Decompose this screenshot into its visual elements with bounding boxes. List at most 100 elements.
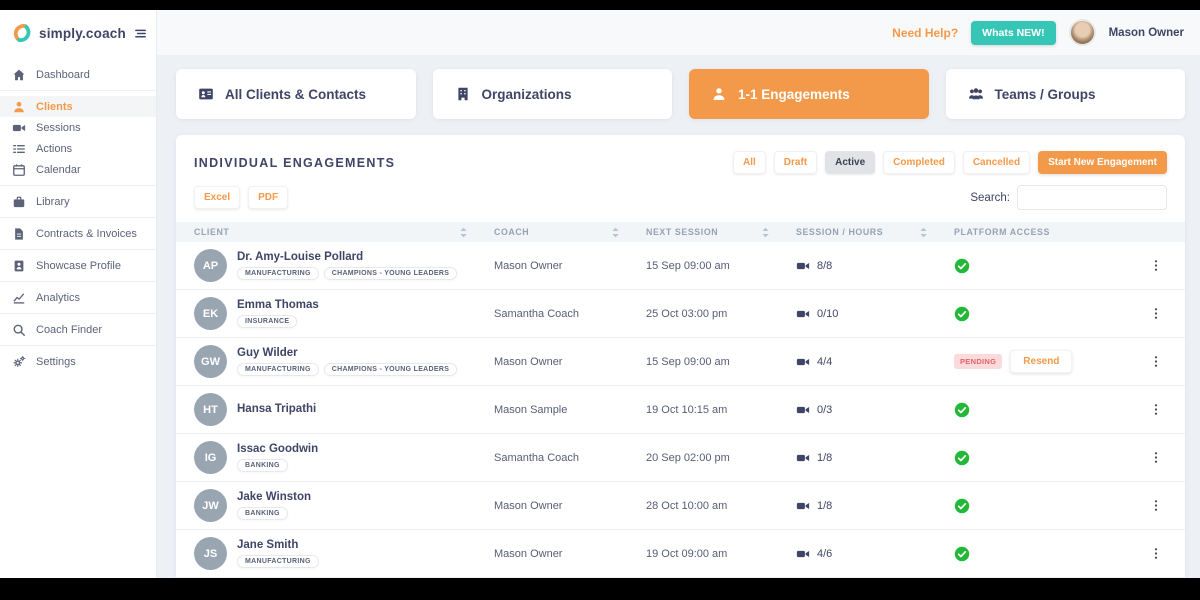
need-help-link[interactable]: Need Help? [892, 26, 958, 40]
client-tag: MANUFACTURING [237, 363, 319, 376]
main-area: Need Help? Whats NEW! Mason Owner All Cl… [157, 10, 1200, 578]
export-pdf-button[interactable]: PDF [248, 186, 288, 209]
sidebar-item-sessions[interactable]: Sessions [0, 117, 156, 138]
table-row[interactable]: JWJake WinstonBANKINGMason Owner28 Oct 1… [176, 482, 1185, 530]
search-input[interactable] [1017, 185, 1167, 210]
column-header-client[interactable]: CLIENT [194, 226, 494, 239]
platform-access-cell [954, 258, 1144, 274]
access-granted-icon [954, 498, 970, 514]
filter-active[interactable]: Active [825, 151, 875, 174]
next-session-cell: 15 Sep 09:00 am [646, 356, 796, 368]
client-tag: INSURANCE [237, 315, 297, 328]
start-new-engagement-button[interactable]: Start New Engagement [1038, 151, 1167, 174]
client-cell: JWJake WinstonBANKING [194, 489, 494, 522]
sidebar-item-clients[interactable]: Clients [0, 96, 156, 117]
calendar-icon [12, 163, 26, 177]
client-tag: MANUFACTURING [237, 267, 319, 280]
platform-access-cell [954, 402, 1144, 418]
sidebar-collapse-icon[interactable] [133, 26, 148, 41]
export-excel-button[interactable]: Excel [194, 186, 240, 209]
sidebar-item-label: Analytics [36, 292, 80, 304]
filter-all[interactable]: All [733, 151, 766, 174]
row-menu-kebab-icon[interactable] [1149, 354, 1167, 369]
table-row[interactable]: APDr. Amy-Louise PollardMANUFACTURINGCHA… [176, 242, 1185, 290]
sidebar-item-coach-finder[interactable]: Coach Finder [0, 319, 156, 340]
client-info: Hansa Tripathi [237, 403, 316, 416]
sidebar-item-label: Showcase Profile [36, 260, 121, 272]
client-tags: BANKING [237, 507, 311, 520]
avatar: IG [194, 441, 227, 474]
client-tags: MANUFACTURINGCHAMPIONS - YOUNG LEADERS [237, 267, 457, 280]
column-header-coach[interactable]: COACH [494, 226, 646, 239]
sidebar-item-label: Calendar [36, 164, 81, 176]
user-avatar[interactable] [1069, 19, 1096, 46]
sidebar-item-analytics[interactable]: Analytics [0, 287, 156, 308]
client-tags: MANUFACTURING CHAMPIONS - YOUNG LEADERS [237, 363, 457, 376]
tab-label: 1-1 Engagements [738, 87, 850, 102]
building-icon [455, 86, 471, 102]
session-hours-cell: 4/6 [796, 547, 954, 561]
pending-badge: PENDING [954, 354, 1002, 369]
client-name: Issac Goodwin [237, 443, 318, 456]
column-header-session-hours[interactable]: SESSION / HOURS [796, 226, 954, 239]
filter-completed[interactable]: Completed [883, 151, 955, 174]
client-name: Hansa Tripathi [237, 403, 316, 416]
filter-draft[interactable]: Draft [774, 151, 817, 174]
coach-cell: Samantha Coach [494, 452, 646, 464]
client-info: Emma ThomasINSURANCE [237, 299, 319, 329]
brand: simply.coach [0, 10, 156, 59]
filter-cancelled[interactable]: Cancelled [963, 151, 1030, 174]
row-menu-kebab-icon[interactable] [1149, 402, 1167, 417]
sidebar-item-calendar[interactable]: Calendar [0, 159, 156, 180]
tab-all-clients-contacts[interactable]: All Clients & Contacts [176, 69, 416, 119]
sidebar-item-showcase-profile[interactable]: Showcase Profile [0, 255, 156, 276]
tab-organizations[interactable]: Organizations [433, 69, 673, 119]
sidebar-item-library[interactable]: Library [0, 191, 156, 212]
table-row[interactable]: GWGuy WilderMANUFACTURINGCHAMPIONS - YOU… [176, 338, 1185, 386]
client-name: Jake Winston [237, 491, 311, 504]
brand-name: simply.coach [39, 26, 126, 41]
video-camera-icon [796, 499, 810, 513]
access-granted-icon [954, 450, 970, 466]
row-menu-kebab-icon[interactable] [1149, 306, 1167, 321]
row-menu-kebab-icon[interactable] [1149, 546, 1167, 561]
access-granted-icon [954, 258, 970, 274]
table-row[interactable]: IGIssac GoodwinBANKINGSamantha Coach20 S… [176, 434, 1185, 482]
nav-group: Analytics [0, 281, 156, 313]
platform-access-cell [954, 546, 1144, 562]
sidebar-item-label: Actions [36, 143, 72, 155]
row-menu-kebab-icon[interactable] [1149, 450, 1167, 465]
nav-group: Settings [0, 345, 156, 377]
user-name[interactable]: Mason Owner [1109, 27, 1184, 39]
panel-subheader: ExcelPDF Search: [176, 174, 1185, 222]
avatar: AP [194, 249, 227, 282]
row-menu-kebab-icon[interactable] [1149, 258, 1167, 273]
table-row[interactable]: HTHansa TripathiMason Sample19 Oct 10:15… [176, 386, 1185, 434]
platform-access-cell [954, 306, 1144, 322]
sidebar-item-actions[interactable]: Actions [0, 138, 156, 159]
tab-teams-groups[interactable]: Teams / Groups [946, 69, 1186, 119]
client-cell: IGIssac GoodwinBANKING [194, 441, 494, 474]
client-tag: CHAMPIONS - YOUNG LEADERS [324, 363, 457, 376]
whats-new-button[interactable]: Whats NEW! [971, 21, 1055, 45]
access-granted-icon [954, 306, 970, 322]
sidebar-item-dashboard[interactable]: Dashboard [0, 64, 156, 85]
nav-group: Showcase Profile [0, 249, 156, 281]
resend-button[interactable]: Resend [1010, 350, 1072, 373]
sidebar-item-settings[interactable]: Settings [0, 351, 156, 372]
tab-1-1-engagements[interactable]: 1-1 Engagements [689, 69, 929, 119]
table-row[interactable]: JSJane SmithMANUFACTURINGMason Owner19 O… [176, 530, 1185, 578]
row-menu-kebab-icon[interactable] [1149, 498, 1167, 513]
session-hours-value: 1/8 [817, 500, 832, 512]
video-camera-icon [796, 547, 810, 561]
person-icon [711, 86, 727, 102]
sort-icon [919, 226, 928, 239]
table-row[interactable]: EKEmma ThomasINSURANCESamantha Coach25 O… [176, 290, 1185, 338]
avatar: GW [194, 345, 227, 378]
tab-label: All Clients & Contacts [225, 87, 366, 102]
next-session-cell: 25 Oct 03:00 pm [646, 308, 796, 320]
sidebar-item-label: Dashboard [36, 69, 90, 81]
sidebar-item-contracts-invoices[interactable]: Contracts & Invoices [0, 223, 156, 244]
next-session-cell: 20 Sep 02:00 pm [646, 452, 796, 464]
column-header-next-session[interactable]: NEXT SESSION [646, 226, 796, 239]
